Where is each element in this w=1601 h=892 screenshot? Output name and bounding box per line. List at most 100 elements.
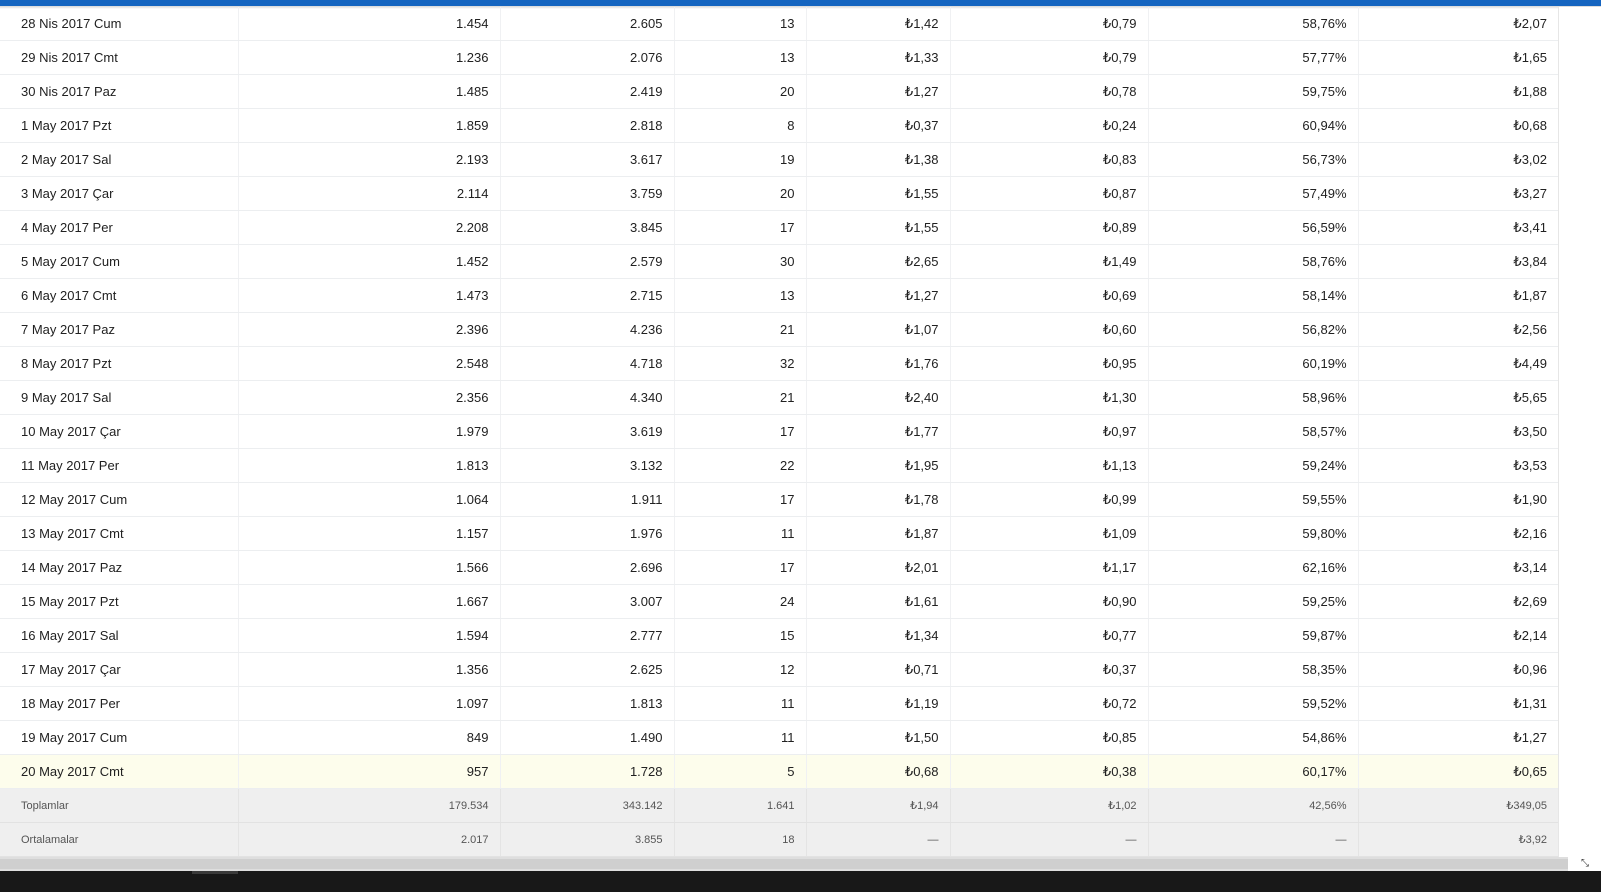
col4-cell: ₺1,77: [806, 414, 951, 449]
table-row[interactable]: 5 May 2017 Cum 1.452 2.579 30 ₺2,65 ₺1,49 58,7…: [0, 244, 1558, 279]
summary-label: Ortalamalar: [0, 822, 239, 857]
table-row[interactable]: 29 Nis 2017 Cmt 1.236 2.076 13 ₺1,33 ₺0,79 57,…: [0, 40, 1558, 75]
report-table-container: 28 Nis 2017 Cum 1.454 2.605 13 ₺1,42 ₺0,79 58,…: [0, 7, 1558, 857]
table-row[interactable]: 20 May 2017 Cmt 957 1.728 5 ₺0,68 ₺0,38 60,17%…: [0, 754, 1558, 789]
col1-cell: 1.813: [238, 448, 501, 483]
col6-cell: 57,77%: [1148, 40, 1359, 75]
col2-cell: 2.696: [500, 550, 675, 585]
table-row[interactable]: 3 May 2017 Çar 2.114 3.759 20 ₺1,55 ₺0,87 57,4…: [0, 176, 1558, 211]
col5-cell: ₺0,60: [950, 312, 1149, 347]
table-row[interactable]: 1 May 2017 Pzt 1.859 2.818 8 ₺0,37 ₺0,24 60,94…: [0, 108, 1558, 143]
col6-cell: 59,25%: [1148, 584, 1359, 619]
col6-cell: 59,52%: [1148, 686, 1359, 721]
col2-cell: 2.076: [500, 40, 675, 75]
table-row[interactable]: 7 May 2017 Paz 2.396 4.236 21 ₺1,07 ₺0,60 56,8…: [0, 312, 1558, 347]
col1-cell: 2.114: [238, 176, 501, 211]
horizontal-scrollbar-thumb[interactable]: [0, 859, 1568, 869]
col6-cell: 59,87%: [1148, 618, 1359, 653]
summary-value: 1.641: [674, 788, 807, 823]
col4-cell: ₺1,19: [806, 686, 951, 721]
horizontal-scrollbar[interactable]: [0, 857, 1568, 871]
table-row[interactable]: 4 May 2017 Per 2.208 3.845 17 ₺1,55 ₺0,89 56,5…: [0, 210, 1558, 245]
col5-cell: ₺0,87: [950, 176, 1149, 211]
summary-value: ₺3,92: [1358, 822, 1558, 857]
col7-cell: ₺1,87: [1358, 278, 1558, 313]
date-cell: 7 May 2017 Paz: [0, 312, 239, 347]
col5-cell: ₺0,79: [950, 7, 1149, 41]
col2-cell: 2.605: [500, 7, 675, 41]
col6-cell: 54,86%: [1148, 720, 1359, 755]
col4-cell: ₺1,34: [806, 618, 951, 653]
col3-cell: 15: [674, 618, 807, 653]
col7-cell: ₺0,68: [1358, 108, 1558, 143]
col3-cell: 17: [674, 414, 807, 449]
col6-cell: 62,16%: [1148, 550, 1359, 585]
table-row[interactable]: 11 May 2017 Per 1.813 3.132 22 ₺1,95 ₺1,13 59,…: [0, 448, 1558, 483]
col4-cell: ₺0,37: [806, 108, 951, 143]
col4-cell: ₺2,40: [806, 380, 951, 415]
col6-cell: 58,35%: [1148, 652, 1359, 687]
col7-cell: ₺3,53: [1358, 448, 1558, 483]
col3-cell: 13: [674, 7, 807, 41]
table-row[interactable]: 10 May 2017 Çar 1.979 3.619 17 ₺1,77 ₺0,97 58,…: [0, 414, 1558, 449]
col5-cell: ₺1,09: [950, 516, 1149, 551]
col6-cell: 58,14%: [1148, 278, 1359, 313]
col2-cell: 3.619: [500, 414, 675, 449]
table-row[interactable]: 12 May 2017 Cum 1.064 1.911 17 ₺1,78 ₺0,99 59,…: [0, 482, 1558, 517]
col4-cell: ₺2,01: [806, 550, 951, 585]
col3-cell: 12: [674, 652, 807, 687]
col7-cell: ₺1,31: [1358, 686, 1558, 721]
col5-cell: ₺0,24: [950, 108, 1149, 143]
table-row[interactable]: 28 Nis 2017 Cum 1.454 2.605 13 ₺1,42 ₺0,79 58,…: [0, 7, 1558, 41]
col4-cell: ₺1,27: [806, 74, 951, 109]
table-row[interactable]: 13 May 2017 Cmt 1.157 1.976 11 ₺1,87 ₺1,09 59,…: [0, 516, 1558, 551]
col5-cell: ₺0,83: [950, 142, 1149, 177]
table-row[interactable]: 18 May 2017 Per 1.097 1.813 11 ₺1,19 ₺0,72 59,…: [0, 686, 1558, 721]
summary-value: 42,56%: [1148, 788, 1359, 823]
date-cell: 8 May 2017 Pzt: [0, 346, 239, 381]
col7-cell: ₺3,14: [1358, 550, 1558, 585]
col3-cell: 32: [674, 346, 807, 381]
date-cell: 13 May 2017 Cmt: [0, 516, 239, 551]
col7-cell: ₺3,50: [1358, 414, 1558, 449]
col7-cell: ₺3,27: [1358, 176, 1558, 211]
table-row[interactable]: 14 May 2017 Paz 1.566 2.696 17 ₺2,01 ₺1,17 62,…: [0, 550, 1558, 585]
col7-cell: ₺5,65: [1358, 380, 1558, 415]
col6-cell: 56,59%: [1148, 210, 1359, 245]
col1-cell: 1.097: [238, 686, 501, 721]
table-row[interactable]: 15 May 2017 Pzt 1.667 3.007 24 ₺1,61 ₺0,90 59,…: [0, 584, 1558, 619]
col6-cell: 60,17%: [1148, 754, 1359, 789]
table-row[interactable]: 16 May 2017 Sal 1.594 2.777 15 ₺1,34 ₺0,77 59,…: [0, 618, 1558, 653]
date-cell: 29 Nis 2017 Cmt: [0, 40, 239, 75]
col4-cell: ₺0,68: [806, 754, 951, 789]
col5-cell: ₺0,79: [950, 40, 1149, 75]
col5-cell: ₺0,89: [950, 210, 1149, 245]
vertical-scroll-gutter[interactable]: [1558, 7, 1601, 857]
table-row[interactable]: 8 May 2017 Pzt 2.548 4.718 32 ₺1,76 ₺0,95 60,1…: [0, 346, 1558, 381]
table-row[interactable]: 30 Nis 2017 Paz 1.485 2.419 20 ₺1,27 ₺0,78 59,…: [0, 74, 1558, 109]
resize-corner-icon[interactable]: ⤡: [1578, 858, 1592, 870]
col1-cell: 1.667: [238, 584, 501, 619]
col4-cell: ₺1,55: [806, 176, 951, 211]
col4-cell: ₺1,50: [806, 720, 951, 755]
col5-cell: ₺0,85: [950, 720, 1149, 755]
col3-cell: 17: [674, 210, 807, 245]
table-row[interactable]: 19 May 2017 Cum 849 1.490 11 ₺1,50 ₺0,85 54,86…: [0, 720, 1558, 755]
table-row[interactable]: 17 May 2017 Çar 1.356 2.625 12 ₺0,71 ₺0,37 58,…: [0, 652, 1558, 687]
col2-cell: 3.845: [500, 210, 675, 245]
table-row[interactable]: 9 May 2017 Sal 2.356 4.340 21 ₺2,40 ₺1,30 58,9…: [0, 380, 1558, 415]
summary-value: ₺1,02: [950, 788, 1149, 823]
col2-cell: 1.976: [500, 516, 675, 551]
col6-cell: 58,96%: [1148, 380, 1359, 415]
table-row[interactable]: 6 May 2017 Cmt 1.473 2.715 13 ₺1,27 ₺0,69 58,1…: [0, 278, 1558, 313]
date-cell: 2 May 2017 Sal: [0, 142, 239, 177]
col1-cell: 1.356: [238, 652, 501, 687]
table-row[interactable]: 2 May 2017 Sal 2.193 3.617 19 ₺1,38 ₺0,83 56,7…: [0, 142, 1558, 177]
date-cell: 18 May 2017 Per: [0, 686, 239, 721]
col2-cell: 2.715: [500, 278, 675, 313]
date-cell: 17 May 2017 Çar: [0, 652, 239, 687]
date-cell: 28 Nis 2017 Cum: [0, 7, 239, 41]
col6-cell: 56,73%: [1148, 142, 1359, 177]
col5-cell: ₺1,13: [950, 448, 1149, 483]
col2-cell: 3.617: [500, 142, 675, 177]
